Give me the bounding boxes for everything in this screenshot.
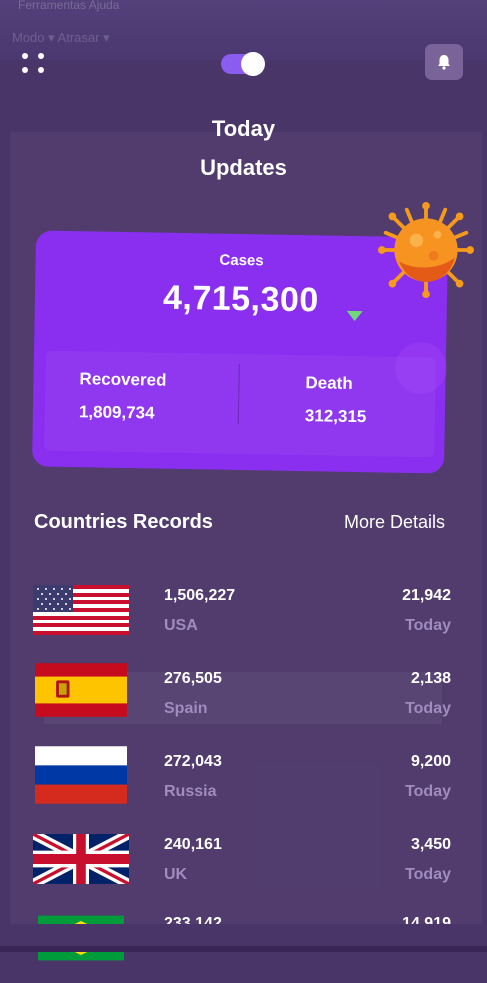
virus-icon (378, 202, 474, 298)
page-title-line1: Today (211, 116, 276, 141)
country-cases: 272,043 (164, 753, 222, 770)
country-row[interactable]: 240,161 UK 3,450 Today (0, 834, 487, 904)
country-name: UK (164, 866, 188, 883)
trend-down-icon (346, 310, 363, 322)
today-cases: 2,138 (410, 670, 451, 687)
country-cases: 276,505 (164, 670, 222, 687)
country-name: Russia (164, 783, 217, 800)
toggle-knob (241, 52, 265, 76)
death-label: Death (305, 373, 353, 393)
death-value: 312,315 (304, 406, 367, 427)
spain-flag-icon (35, 663, 127, 717)
country-cases: 1,506,227 (164, 587, 236, 604)
background-toolbar-text: Modo ▾ Atrasar ▾ (12, 30, 110, 45)
country-name: Spain (164, 700, 208, 717)
russia-flag-icon (35, 746, 127, 804)
virus-shadow-icon (395, 342, 447, 394)
menu-grid-button[interactable] (20, 51, 48, 79)
background-menu-text: Ferramentas Ajuda (18, 0, 120, 12)
country-cases: 240,161 (164, 836, 222, 853)
today-label: Today (405, 700, 451, 717)
theme-toggle[interactable] (221, 52, 265, 76)
page-title-line2: Updates (200, 155, 287, 180)
recovered-label: Recovered (79, 369, 167, 390)
uk-flag-icon (33, 834, 129, 884)
countries-records-title: Countries Records (34, 511, 213, 533)
today-cases: 3,450 (410, 836, 451, 853)
country-name: USA (164, 617, 198, 634)
usa-flag-icon (33, 585, 129, 635)
country-row[interactable]: 276,505 Spain 2,138 Today (0, 663, 487, 738)
bell-icon (438, 55, 450, 70)
today-label: Today (405, 866, 451, 883)
recovered-value: 1,809,734 (78, 402, 155, 423)
country-row[interactable]: 272,043 Russia 9,200 Today (0, 746, 487, 821)
background-window-toolbar: Ferramentas Ajuda Modo ▾ Atrasar ▾ (0, 0, 487, 60)
more-details-link[interactable]: More Details (344, 512, 445, 533)
country-row[interactable]: 1,506,227 USA 21,942 Today (0, 585, 487, 655)
notification-button[interactable] (425, 44, 463, 80)
bottom-edge (0, 946, 487, 952)
today-cases: 21,942 (402, 587, 451, 604)
today-cases: 9,200 (410, 753, 451, 770)
today-label: Today (405, 783, 451, 800)
today-label: Today (405, 617, 451, 634)
